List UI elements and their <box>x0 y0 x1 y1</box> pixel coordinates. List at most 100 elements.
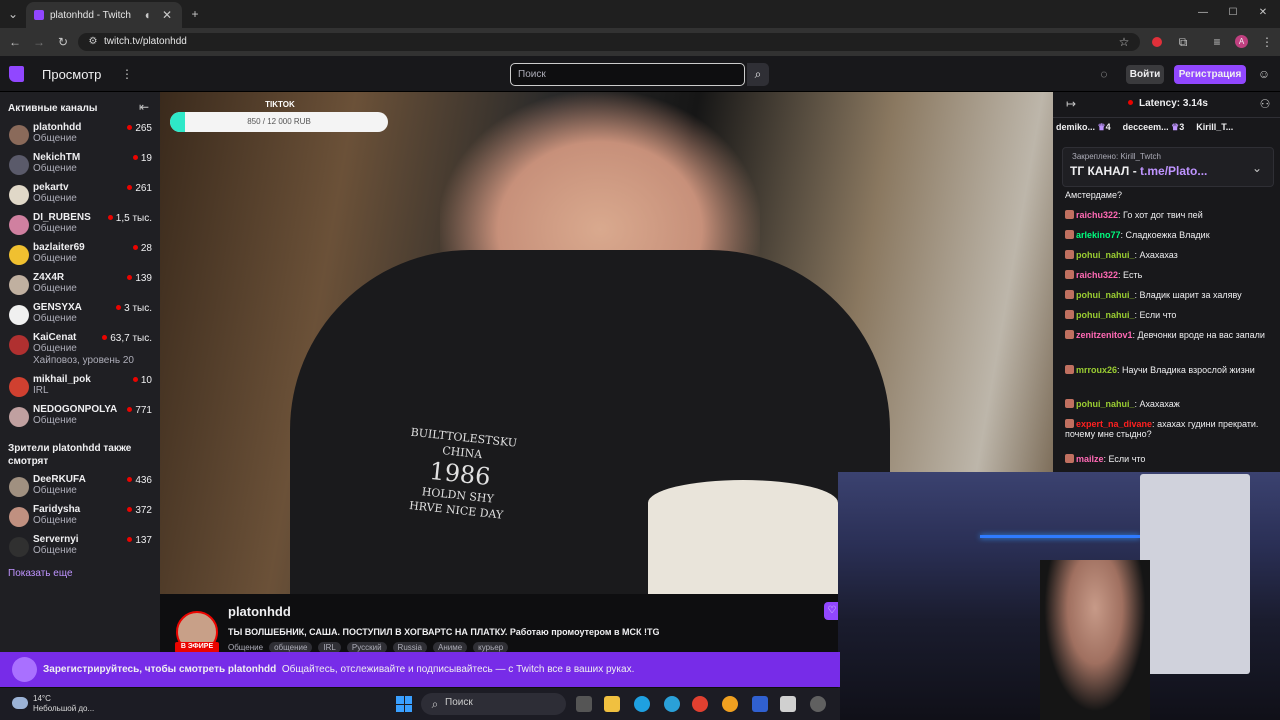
community-icon[interactable]: ⚇ <box>1258 98 1272 110</box>
reload-icon[interactable]: ↻ <box>56 36 70 48</box>
viewer-count-value: 771 <box>135 405 152 416</box>
tab-close-icon[interactable]: ✕ <box>160 9 174 21</box>
more-options-icon[interactable]: ⋮ <box>120 68 134 80</box>
twitch-logo-icon[interactable] <box>9 66 24 82</box>
channel-name: Faridysha <box>33 504 81 515</box>
tab-list-icon[interactable]: ⌄ <box>6 8 20 20</box>
channel-name[interactable]: platonhdd <box>228 604 291 619</box>
sidebar-channel[interactable]: GENSYXA Общение 3 тыс. <box>0 300 160 330</box>
browse-link[interactable]: Просмотр <box>42 67 101 82</box>
sidebar-channel[interactable]: Faridysha Общение 372 <box>0 502 160 532</box>
collapse-chat-icon[interactable]: ↦ <box>1064 98 1078 110</box>
chat-badge-icon <box>1065 454 1074 463</box>
new-tab-icon[interactable]: + <box>188 8 202 20</box>
viewer-count: 436 <box>127 475 152 486</box>
weather-widget[interactable]: 14°C Небольшой до... <box>33 694 94 714</box>
live-dot-icon <box>127 477 133 482</box>
browser-menu-icon[interactable]: ⋮ <box>1260 36 1274 48</box>
register-button[interactable]: Регистрация <box>1174 65 1246 84</box>
viewer-count: 771 <box>127 405 152 416</box>
site-info-icon[interactable]: ⚙ <box>86 36 100 48</box>
telegram-icon[interactable] <box>664 696 680 712</box>
sidebar-channel[interactable]: NEDOGONPOLYA Общение 771 <box>0 402 160 432</box>
viewer-count-value: 372 <box>135 505 152 516</box>
forward-icon[interactable]: → <box>32 36 46 48</box>
task-view-icon[interactable] <box>576 696 592 712</box>
chat-message: arlekino77: Сладкоежка Владик <box>1065 230 1275 240</box>
taskbar-search[interactable]: Поиск <box>421 693 566 715</box>
channel-category: Общение <box>33 253 77 264</box>
channel-category: Общение <box>33 283 77 294</box>
edge-icon[interactable] <box>634 696 650 712</box>
sidebar-channel[interactable]: NekichTM Общение 19 <box>0 150 160 180</box>
user-menu-icon[interactable]: ☺ <box>1257 68 1271 80</box>
chat-text: Ахахахаж <box>1139 399 1180 409</box>
gifter-entry[interactable]: Kirill_T... <box>1196 122 1233 133</box>
viewer-count: 261 <box>127 183 152 194</box>
pinned-link[interactable]: t.me/Plato... <box>1140 164 1207 178</box>
profile-avatar[interactable]: A <box>1235 35 1248 48</box>
chat-username[interactable]: raichu322 <box>1076 270 1118 280</box>
live-dot-icon <box>127 275 133 280</box>
channel-avatar <box>9 155 29 175</box>
url-field[interactable]: twitch.tv/platonhdd <box>78 33 1140 51</box>
weather-icon[interactable] <box>12 697 28 709</box>
bookmark-star-icon[interactable]: ☆ <box>1117 36 1131 48</box>
obs-icon[interactable] <box>810 696 826 712</box>
file-explorer-icon[interactable] <box>604 696 620 712</box>
sidebar-channel[interactable]: pekartv Общение 261 <box>0 180 160 210</box>
back-icon[interactable]: ← <box>8 36 22 48</box>
stats-app-icon[interactable] <box>752 696 768 712</box>
window-close-icon[interactable]: ✕ <box>1256 7 1270 19</box>
chat-username[interactable]: pohui_nahui_ <box>1076 290 1135 300</box>
media-controls-icon[interactable]: ≡ <box>1210 36 1224 48</box>
viewer-count-value: 10 <box>140 375 152 386</box>
extension-icon[interactable] <box>1152 37 1162 47</box>
viewer-count: 28 <box>132 243 152 254</box>
sidebar-channel[interactable]: bazlaiter69 Общение 28 <box>0 240 160 270</box>
maximize-icon[interactable]: ☐ <box>1226 7 1240 19</box>
chat-username[interactable]: pohui_nahui_ <box>1076 250 1135 260</box>
channel-category: Общение <box>33 415 77 426</box>
chat-text: Девчонки вроде на вас запали <box>1137 330 1265 340</box>
sidebar-channel[interactable]: mikhail_pok IRL 10 <box>0 372 160 402</box>
chat-username[interactable]: mailze <box>1076 454 1104 464</box>
sidebar-channel[interactable]: DeeRKUFA Общение 436 <box>0 472 160 502</box>
start-button[interactable] <box>396 696 412 712</box>
extensions-puzzle-icon[interactable]: ⧉ <box>1176 36 1190 48</box>
chrome-icon[interactable] <box>692 696 708 712</box>
sidebar-channel[interactable]: KaiCenat Общение 63,7 тыс. Хайповоз, уровен… <box>0 330 160 366</box>
chat-username[interactable]: raichu322 <box>1076 210 1118 220</box>
chat-username[interactable]: arlekino77 <box>1076 230 1121 240</box>
sidebar-channel[interactable]: platonhdd Общение 265 <box>0 120 160 150</box>
chat-username[interactable]: pohui_nahui_ <box>1076 399 1135 409</box>
chat-username[interactable]: pohui_nahui_ <box>1076 310 1135 320</box>
audio-icon[interactable]: ◖ <box>140 9 154 21</box>
sidebar-channel[interactable]: Z4X4R Общение 139 <box>0 270 160 300</box>
channel-category: Общение <box>33 193 77 204</box>
browser-tab[interactable]: platonhdd - Twitch ◖ ✕ <box>26 2 182 28</box>
channel-category: Общение <box>33 163 77 174</box>
minimize-icon[interactable]: — <box>1196 7 1210 19</box>
sidebar-channel[interactable]: Servernyi Общение 137 <box>0 532 160 562</box>
chat-username[interactable]: expert_na_divane <box>1076 419 1152 429</box>
search-button[interactable]: ⌕ <box>747 63 769 86</box>
channel-name: Z4X4R <box>33 272 65 283</box>
show-more-link[interactable]: Показать еще <box>8 568 73 579</box>
channel-name: mikhail_pok <box>33 374 91 385</box>
login-button[interactable]: Войти <box>1126 65 1164 84</box>
chat-username[interactable]: zenitzenitov1 <box>1076 330 1133 340</box>
donation-goal-overlay: TIKTOK 850 / 12 000 RUB <box>170 98 390 134</box>
gifter-count: 3 <box>1179 122 1185 132</box>
app-icon[interactable] <box>722 696 738 712</box>
sidebar-channel[interactable]: DI_RUBENS Общение 1,5 тыс. <box>0 210 160 240</box>
gifter-entry[interactable]: decceem... ♛3 <box>1123 122 1185 133</box>
expand-pin-icon[interactable]: ⌄ <box>1250 162 1264 174</box>
document-app-icon[interactable] <box>780 696 796 712</box>
gifter-entry[interactable]: demiko... ♛4 <box>1056 122 1111 133</box>
collapse-sidebar-icon[interactable]: ⇤ <box>137 101 151 113</box>
chat-text: Если что <box>1108 454 1146 464</box>
search-input[interactable]: Поиск <box>510 63 745 86</box>
prime-loot-icon[interactable]: ◌ <box>1097 68 1111 80</box>
chat-username[interactable]: mrroux26 <box>1076 365 1117 375</box>
